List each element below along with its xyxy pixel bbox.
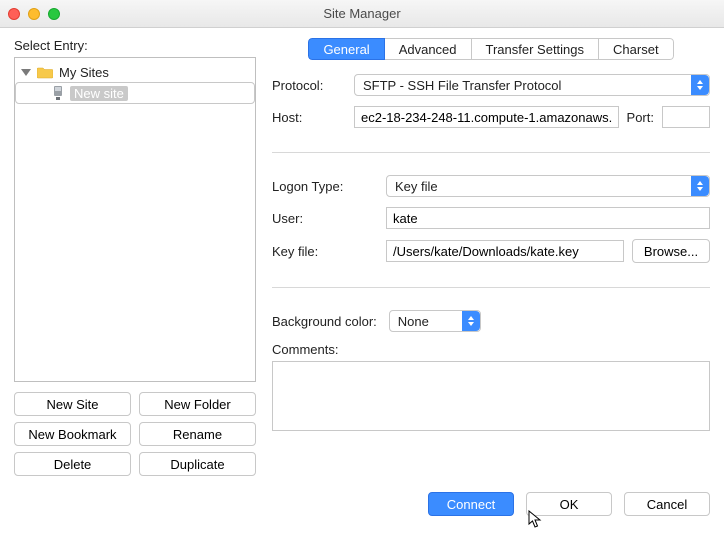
tree-item-label: New site [70,86,128,101]
updown-icon [691,176,709,196]
tab-general[interactable]: General [308,38,384,60]
titlebar: Site Manager [0,0,724,28]
select-entry-label: Select Entry: [14,38,256,53]
new-bookmark-button[interactable]: New Bookmark [14,422,131,446]
server-icon [52,86,64,100]
site-tree[interactable]: My Sites New site [14,57,256,382]
connect-button[interactable]: Connect [428,492,514,516]
general-form: Protocol: SFTP - SSH File Transfer Proto… [272,74,710,434]
window-title: Site Manager [0,6,724,21]
delete-button[interactable]: Delete [14,452,131,476]
new-folder-button[interactable]: New Folder [139,392,256,416]
logon-type-select[interactable]: Key file [386,175,710,197]
protocol-label: Protocol: [272,78,346,93]
host-label: Host: [272,110,346,125]
updown-icon [462,311,480,331]
logon-type-value: Key file [395,179,438,194]
right-pane: General Advanced Transfer Settings Chars… [272,38,710,476]
rename-button[interactable]: Rename [139,422,256,446]
tab-bar: General Advanced Transfer Settings Chars… [272,38,710,60]
new-site-button[interactable]: New Site [14,392,131,416]
tab-charset[interactable]: Charset [599,38,674,60]
duplicate-button[interactable]: Duplicate [139,452,256,476]
bgcolor-label: Background color: [272,314,377,329]
cancel-button[interactable]: Cancel [624,492,710,516]
tree-root-label: My Sites [59,65,109,80]
left-pane: Select Entry: My Sites New site New Site… [14,38,256,476]
tree-root[interactable]: My Sites [15,62,255,82]
folder-icon [37,66,53,79]
logon-type-label: Logon Type: [272,179,378,194]
dialog-footer: Connect OK Cancel [0,476,724,530]
host-input[interactable] [354,106,619,128]
tab-advanced[interactable]: Advanced [385,38,472,60]
tab-transfer-settings[interactable]: Transfer Settings [472,38,600,60]
keyfile-input[interactable] [386,240,624,262]
site-buttons: New Site New Folder New Bookmark Rename … [14,392,256,476]
port-label: Port: [627,110,654,125]
protocol-value: SFTP - SSH File Transfer Protocol [363,78,561,93]
bgcolor-select[interactable]: None [389,310,481,332]
divider [272,152,710,153]
divider [272,287,710,288]
protocol-select[interactable]: SFTP - SSH File Transfer Protocol [354,74,710,96]
keyfile-label: Key file: [272,244,378,259]
port-input[interactable] [662,106,710,128]
tree-item-new-site[interactable]: New site [15,82,255,104]
comments-label: Comments: [272,342,710,357]
bgcolor-value: None [398,314,429,329]
user-input[interactable] [386,207,710,229]
user-label: User: [272,211,378,226]
updown-icon [691,75,709,95]
comments-textarea[interactable] [272,361,710,431]
ok-button[interactable]: OK [526,492,612,516]
chevron-down-icon[interactable] [21,69,31,76]
browse-button[interactable]: Browse... [632,239,710,263]
